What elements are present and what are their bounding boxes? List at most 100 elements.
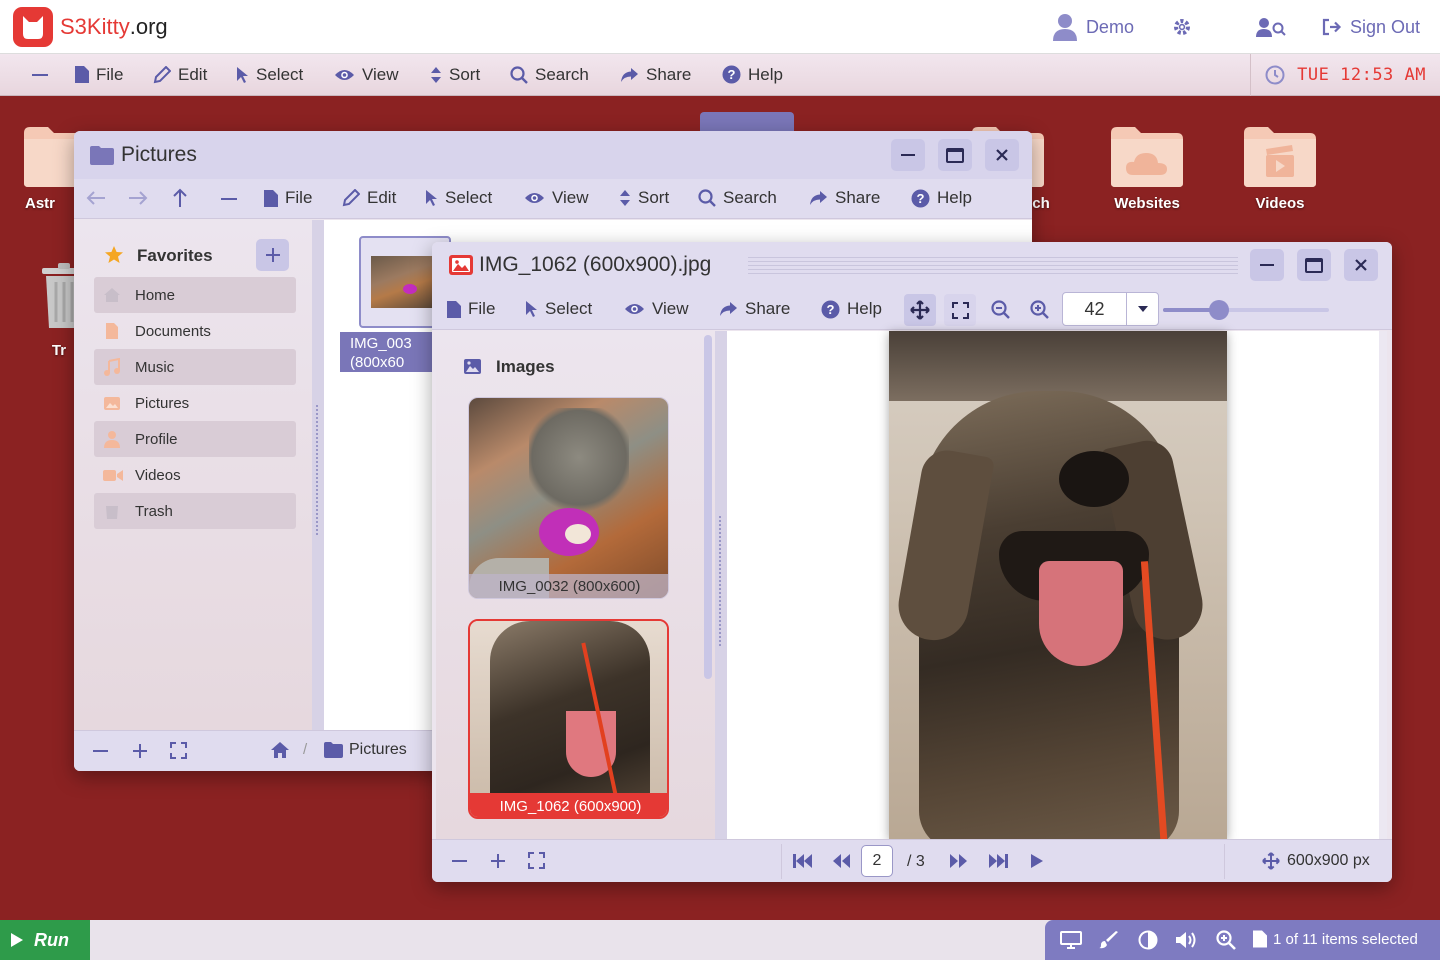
zoom-icon[interactable]	[1216, 930, 1236, 950]
pictures-menu-help[interactable]: ? Help	[911, 188, 972, 208]
viewer-menu-view[interactable]: View	[624, 299, 689, 319]
close-button[interactable]	[985, 139, 1019, 171]
user-search-icon	[1255, 17, 1286, 37]
zoom-slider-thumb[interactable]	[1209, 300, 1230, 320]
settings-button[interactable]	[1172, 17, 1192, 37]
zoom-input[interactable]	[1063, 293, 1126, 325]
titlebar-drag-handle[interactable]	[748, 254, 1238, 276]
pictures-menu-file[interactable]: File	[264, 188, 312, 208]
user-icon	[103, 430, 121, 448]
viewer-titlebar[interactable]: IMG_1062 (600x900).jpg	[432, 242, 1392, 289]
maximize-button[interactable]	[1297, 249, 1331, 281]
add-favorite-button[interactable]	[256, 239, 289, 271]
zoom-in-icon[interactable]	[1030, 300, 1049, 319]
contrast-icon[interactable]	[1138, 930, 1158, 950]
desktop-icon-websites[interactable]: Websites	[1097, 125, 1197, 212]
up-arrow-icon[interactable]	[172, 188, 188, 208]
fit-icon[interactable]	[170, 742, 187, 759]
pictures-menu-search[interactable]: Search	[698, 188, 777, 208]
zoom-out-icon[interactable]	[93, 750, 108, 752]
brush-icon[interactable]	[1099, 931, 1119, 949]
zoom-in-icon[interactable]	[490, 853, 506, 869]
sidebar-item-documents[interactable]: Documents	[94, 313, 296, 349]
zoom-out-icon[interactable]	[452, 860, 467, 862]
thumbnail-scrollbar[interactable]	[704, 335, 712, 679]
pictures-menu-edit[interactable]: Edit	[342, 188, 396, 208]
close-icon	[996, 149, 1008, 161]
pictures-titlebar[interactable]: Pictures	[74, 131, 1032, 179]
previous-page-icon[interactable]	[831, 853, 851, 869]
back-arrow-icon[interactable]	[86, 190, 106, 206]
fit-icon[interactable]	[528, 852, 545, 869]
pictures-menu-select[interactable]: Select	[425, 188, 492, 208]
thumbnail-img-1062[interactable]: IMG_1062 (600x900)	[468, 619, 669, 819]
monitor-icon[interactable]	[1060, 931, 1082, 949]
last-page-icon[interactable]	[988, 853, 1008, 869]
zoom-dropdown-button[interactable]	[1126, 293, 1158, 325]
minimize-icon[interactable]	[221, 198, 237, 200]
play-icon[interactable]	[1030, 853, 1044, 869]
sidebar-item-trash[interactable]: Trash	[94, 493, 296, 529]
breadcrumb-pictures[interactable]: Pictures	[349, 741, 407, 759]
page-input[interactable]	[863, 847, 891, 875]
forward-arrow-icon[interactable]	[128, 190, 148, 206]
pictures-menu-share[interactable]: Share	[809, 188, 880, 208]
thumbnail-img-0032[interactable]: IMG_0032 (800x600)	[468, 397, 669, 599]
menu-sort[interactable]: Sort	[430, 65, 480, 85]
close-button[interactable]	[1344, 249, 1378, 281]
app-logo[interactable]: S3Kitty.org	[13, 6, 168, 47]
menu-view[interactable]: View	[334, 65, 399, 85]
sidebar-item-home[interactable]: Home	[94, 277, 296, 313]
zoom-select[interactable]	[1062, 292, 1159, 326]
user-avatar-icon	[1052, 13, 1078, 41]
image-canvas[interactable]	[727, 331, 1387, 839]
image-dimensions: 600x900 px	[1287, 852, 1370, 869]
user-menu[interactable]: Demo	[1052, 13, 1134, 41]
fullscreen-button[interactable]	[944, 294, 976, 326]
zoom-out-icon[interactable]	[991, 300, 1010, 319]
sign-out-button[interactable]: Sign Out	[1322, 17, 1420, 38]
menu-search[interactable]: Search	[510, 65, 589, 85]
viewer-menu-select[interactable]: Select	[525, 299, 592, 319]
menu-file[interactable]: File	[75, 65, 123, 85]
file-label[interactable]: IMG_003 (800x60	[340, 332, 434, 372]
minimize-icon[interactable]	[32, 74, 48, 76]
maximize-icon	[1305, 257, 1323, 273]
viewer-menu-help[interactable]: ? Help	[821, 299, 882, 319]
sidebar-item-music[interactable]: Music	[94, 349, 296, 385]
menu-share[interactable]: Share	[620, 65, 691, 85]
sidebar-item-pictures[interactable]: Pictures	[94, 385, 296, 421]
breadcrumb-separator: /	[303, 741, 308, 758]
zoom-in-icon[interactable]	[132, 743, 148, 759]
menu-edit[interactable]: Edit	[153, 65, 207, 85]
home-icon	[103, 286, 121, 304]
viewer-menu-share[interactable]: Share	[719, 299, 790, 319]
sidebar-item-profile[interactable]: Profile	[94, 421, 296, 457]
menu-help[interactable]: ? Help	[722, 65, 783, 85]
pictures-menu-sort[interactable]: Sort	[619, 188, 669, 208]
next-page-icon[interactable]	[949, 853, 969, 869]
pan-tool-button[interactable]	[904, 294, 936, 326]
pencil-icon	[342, 189, 360, 207]
first-page-icon[interactable]	[793, 853, 813, 869]
canvas-scrollbar[interactable]	[1379, 331, 1387, 839]
menu-select[interactable]: Select	[236, 65, 303, 85]
share-icon	[809, 190, 828, 206]
sidebar-splitter[interactable]	[312, 220, 324, 730]
panel-splitter[interactable]	[715, 331, 727, 839]
sidebar-item-videos[interactable]: Videos	[94, 457, 296, 493]
user-search-button[interactable]	[1255, 17, 1286, 37]
zoom-slider[interactable]	[1163, 300, 1329, 320]
viewer-menu-file[interactable]: File	[447, 299, 495, 319]
desktop-icon-videos[interactable]: Videos	[1230, 125, 1330, 212]
page-input-box[interactable]	[861, 845, 893, 877]
maximize-button[interactable]	[938, 139, 972, 171]
minimize-button[interactable]	[891, 139, 925, 171]
minimize-button[interactable]	[1250, 249, 1284, 281]
volume-icon[interactable]	[1175, 930, 1199, 950]
home-icon[interactable]	[270, 740, 290, 759]
splitter-grip-icon	[316, 405, 320, 535]
pictures-menu-view[interactable]: View	[524, 188, 589, 208]
clock-icon	[1265, 65, 1285, 85]
run-button[interactable]: Run	[0, 920, 90, 960]
